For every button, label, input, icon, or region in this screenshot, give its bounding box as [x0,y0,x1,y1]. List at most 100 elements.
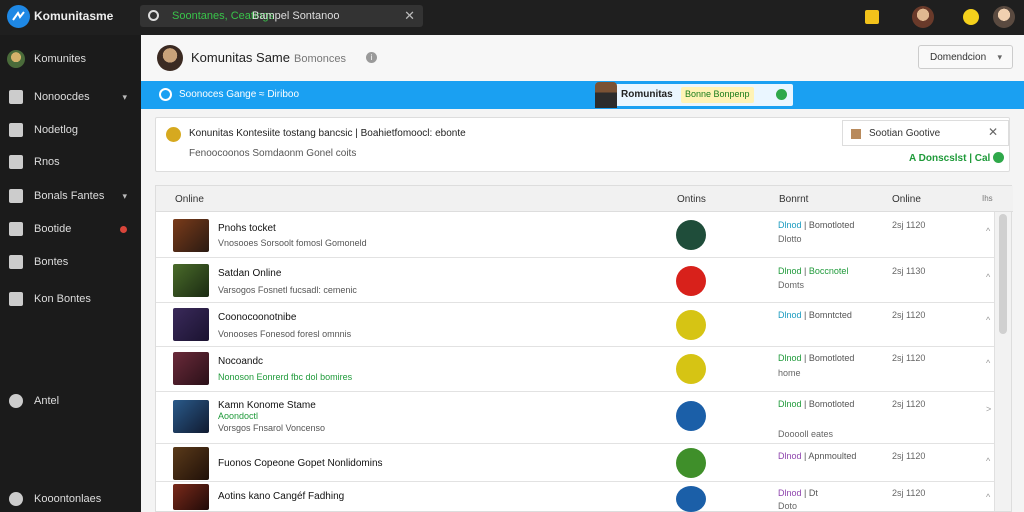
row-title: Satdan Online [218,268,282,279]
table-row[interactable]: Pnohs tocket Vnosooes Sorsoolt fomosl Go… [156,212,996,258]
notice-line-2: Fenoocoonos Somdaonm Gonel coits [189,148,357,159]
row-sources: Dlnod | Boccnotel [778,266,849,276]
sidebar-item-nodetlog[interactable]: Nodetlog [0,118,141,142]
game-thumbnail [173,264,209,297]
row-expand-icon[interactable]: ^ [986,315,990,325]
close-icon[interactable]: ✕ [988,125,998,139]
game-thumbnail [173,447,209,480]
row-time: 2sj 1120 [892,451,926,461]
user-pill[interactable]: Romunitas Bonne Bonpenp [595,82,793,108]
sidebar-item-nonoocdes[interactable]: Nonoocdes ▾ [0,85,141,109]
column-header-actions[interactable]: Ihs [982,194,993,203]
row-expand-icon[interactable]: > [986,404,991,414]
community-avatar[interactable] [157,45,183,71]
sidebar-item-bontes[interactable]: Bontes [0,250,141,274]
notifications-icon[interactable] [865,10,879,24]
table-row[interactable]: Aotins kano Cangéf Fadhing Dlnod | Dt Do… [156,482,996,512]
column-header-time[interactable]: Online [892,194,921,205]
table-row[interactable]: Satdan Online Varsogos Fosnetl fucsadl: … [156,258,996,303]
online-indicator: A Donscslst | Cal [909,152,1005,164]
user-avatar [595,82,617,108]
row-sources-sub: Doto [778,501,798,511]
row-sources-sub: Dlotto [778,234,802,244]
messages-icon[interactable] [963,9,979,25]
row-time: 2sj 1130 [892,266,926,276]
status-icon [676,354,706,384]
profile-avatar[interactable] [993,6,1015,28]
activity-banner: Soonoces Gange ≈ Diriboo Romunitas Bonne… [141,81,1024,109]
column-header-status[interactable]: Ontins [677,194,706,205]
user-pill-tag: Bonne Bonpenp [681,87,754,103]
sidebar-item-bootide[interactable]: Bootide [0,217,141,241]
sidebar-item-komunites[interactable]: Komunites [0,47,141,71]
row-sources: Dlnod | Bomotloted [778,353,855,363]
sidebar-item-label: Nonoocdes [34,91,90,103]
row-expand-icon[interactable]: ^ [986,272,990,282]
online-indicator-text: A Donscslst | Cal [909,153,991,164]
table-row[interactable]: Coonocoonotnibe Vonooses Fonesod foresl … [156,303,996,347]
row-sources-sub: home [778,368,801,378]
row-time: 2sj 1120 [892,488,926,498]
sidebar-item-rnos[interactable]: Rnos [0,150,141,174]
app-logo-icon[interactable] [7,5,30,28]
table-row[interactable]: Fuonos Copeone Gopet Nonlidomins Dlnod |… [156,444,996,482]
status-icon [676,266,706,296]
status-icon [676,448,706,478]
scrollbar-thumb[interactable] [999,214,1007,334]
column-header-sources[interactable]: Bonrnt [779,194,808,205]
notice-side-card[interactable]: Sootian Gootive ✕ [842,120,1009,146]
sidebar-item-bonals-fantes[interactable]: Bonals Fantes ▾ [0,184,141,208]
sidebar-item-label: Nodetlog [34,124,79,136]
row-expand-icon[interactable]: ^ [986,492,990,502]
table-header: Online Ontins Bonrnt Online Ihs [156,186,1013,212]
row-expand-icon[interactable]: ^ [986,456,990,466]
table-scrollbar[interactable] [994,212,1011,511]
row-description: Nonoson Eonrerd fbc dol bomires [218,372,353,382]
sidebar-item-label: Bootide [34,223,72,235]
notice-side-label: Sootian Gootive [869,128,941,139]
game-thumbnail [173,352,209,385]
row-description: Varsogos Fosnetl fucsadl: cemenic [218,285,357,295]
clear-search-icon[interactable]: ✕ [404,8,415,24]
folder-icon [9,189,23,203]
main-content: Komunitas Same Bomonces i Domendcion ▾ So… [141,35,1024,512]
row-title: Coonocoonotnibe [218,312,297,323]
user-avatar-icon[interactable] [912,6,934,28]
row-sources: Dlnod | Apnmoulted [778,451,857,461]
search-input[interactable]: Soontanes, Ceatings Bampel Sontanoo ✕ [140,5,423,27]
row-title: Kamn Konome Stame [218,400,316,411]
column-header-name[interactable]: Online [175,194,204,205]
alert-dot-icon [120,225,127,233]
row-expand-icon[interactable]: ^ [986,358,990,368]
table-row[interactable]: Nocoandc Nonoson Eonrerd fbc dol bomires… [156,347,996,392]
row-expand-icon[interactable]: ^ [986,226,990,236]
dropdown-label: Domendcion [930,52,987,63]
check-icon [993,152,1005,163]
status-icon [676,220,706,250]
view-dropdown[interactable]: Domendcion ▾ [918,45,1013,69]
home-icon [9,90,23,104]
notice-panel: Konunitas Kontesiite tostang bancsic | B… [155,117,1010,172]
row-subtitle: Aoondoctl [218,411,259,421]
info-icon [166,127,181,142]
notice-line-1: Konunitas Kontesiite tostang bancsic | B… [189,128,466,139]
sidebar-item-kooontonlaes[interactable]: Kooontonlaes [0,487,141,511]
status-icon [676,310,706,340]
row-sources: Dlnod | Bomotloted [778,399,855,409]
info-icon[interactable]: i [366,52,377,63]
row-sources: Dlnod | Dt [778,488,818,498]
refresh-icon[interactable] [159,88,172,101]
row-description: Vonooses Fonesod foresl omnnis [218,329,352,339]
banner-text[interactable]: Soonoces Gange ≈ Diriboo [179,89,299,100]
app-title: Komunitasme [34,9,114,23]
row-time: 2sj 1120 [892,399,926,409]
sidebar-item-kon-bontes[interactable]: Kon Bontes [0,287,141,311]
search-icon [148,10,159,21]
sidebar-item-antel[interactable]: Antel [0,389,141,413]
calendar-icon [9,255,23,269]
games-table: Online Ontins Bonrnt Online Ihs Pnohs to… [155,185,1013,512]
row-description: Vorsgos Fnsarol Voncenso [218,423,326,433]
page-title: Komunitas Same Bomonces [191,50,346,65]
table-row[interactable]: Kamn Konome Stame Aoondoctl Vorsgos Fnsa… [156,392,996,444]
game-thumbnail [173,308,209,341]
